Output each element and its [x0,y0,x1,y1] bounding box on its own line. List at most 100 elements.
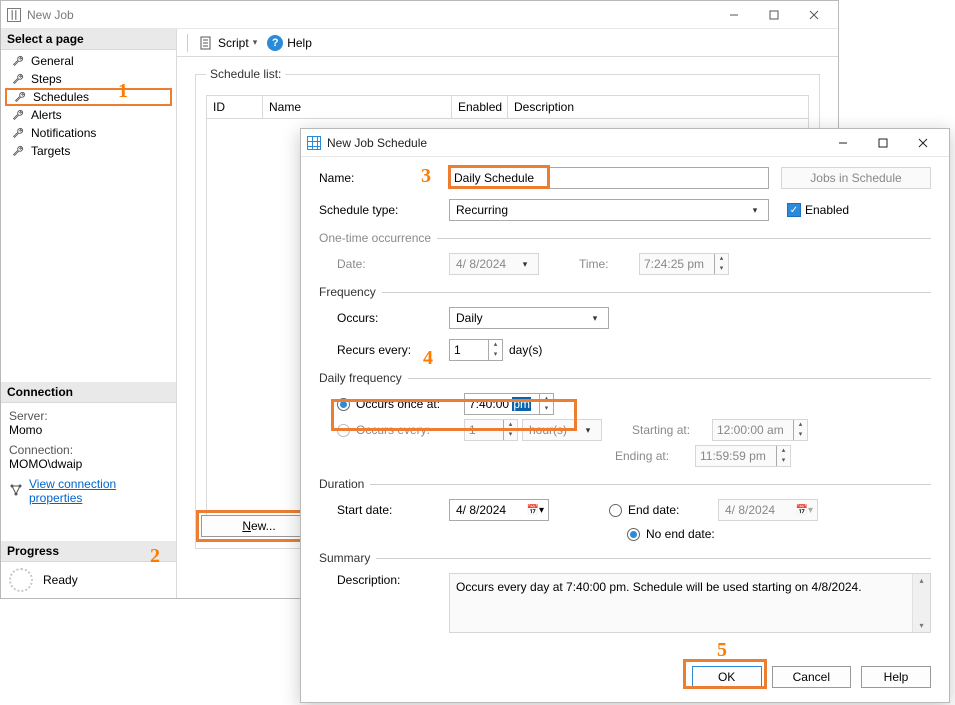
help-icon: ? [267,35,283,51]
onetime-time-value: 7:24:25 pm [640,257,714,271]
help-label: Help [884,670,909,684]
view-connection-link[interactable]: View connection properties [29,477,168,505]
wrench-icon [11,108,25,122]
minimize-button[interactable] [714,4,754,26]
start-date-value: 4/ 8/2024 [456,503,527,517]
end-date-radio[interactable] [609,504,622,517]
script-button[interactable]: Script ▾ [198,35,257,51]
start-at-value: 12:00:00 am [713,423,793,437]
name-input[interactable]: Daily Schedule [449,167,769,189]
ok-button[interactable]: OK [692,666,762,688]
freq-group: Frequency [319,285,382,299]
chevron-down-icon: ▾ [253,37,258,48]
conn-value: MOMO\dwaip [9,457,168,471]
onetime-date: 4/ 8/2024 ▾ [449,253,539,275]
ok-label: OK [718,670,735,684]
script-label: Script [218,36,249,50]
no-end-date-radio[interactable] [627,528,640,541]
sched-maximize-button[interactable] [863,132,903,154]
nav-label: Notifications [31,126,96,140]
help-button[interactable]: Help [861,666,931,688]
scrollbar[interactable]: ▴▾ [912,574,930,632]
name-value: Daily Schedule [454,171,534,185]
end-date-label: End date: [628,503,718,517]
nav-label: Steps [31,72,62,86]
chevron-down-icon: ▾ [516,259,534,270]
wrench-icon [11,54,25,68]
desc-box: Occurs every day at 7:40:00 pm. Schedule… [449,573,931,633]
nav-label: Schedules [33,90,89,104]
every-unit: hour(s) [529,423,579,437]
wrench-icon [11,144,25,158]
jobs-in-schedule-button[interactable]: Jobs in Schedule [781,167,931,189]
occurs-combo[interactable]: Daily ▾ [449,307,609,329]
chevron-down-icon: ▾ [746,205,764,216]
recurs-spinner[interactable]: 1 ▴▾ [449,339,503,361]
cancel-label: Cancel [793,670,830,684]
enabled-checkbox[interactable]: ✓ [787,203,801,217]
recurs-unit: day(s) [509,343,542,357]
occurs-once-radio[interactable] [337,398,350,411]
occurs-value: Daily [456,311,586,325]
connection-header: Connection [1,382,176,403]
cancel-button[interactable]: Cancel [772,666,851,688]
page-nav: General Steps Schedules Alerts Notificat… [1,50,176,162]
start-date-picker[interactable]: 4/ 8/2024 📅▾ [449,499,549,521]
nav-targets[interactable]: Targets [1,142,176,160]
left-pane: Select a page General Steps Schedules Al… [1,29,177,598]
network-icon [9,483,23,500]
occurs-once-label: Occurs once at: [356,397,464,411]
right-toolbar: Script ▾ ? Help [177,29,838,57]
schedule-icon [307,136,321,150]
enabled-label: Enabled [805,203,849,217]
progress-text: Ready [43,573,78,587]
server-value: Momo [9,423,168,437]
duration-group: Duration [319,477,370,491]
chevron-down-icon: ▾ [579,425,597,436]
type-combo[interactable]: Recurring ▾ [449,199,769,221]
occurs-every-label: Occurs every: [356,423,464,437]
nav-alerts[interactable]: Alerts [1,106,176,124]
recurs-value: 1 [450,343,488,357]
occurs-label: Occurs: [337,311,449,325]
col-id: ID [207,96,263,118]
new-job-schedule-window: New Job Schedule Name: Daily Schedule Jo… [300,128,950,703]
end-date-picker: 4/ 8/2024 📅▾ [718,499,818,521]
nav-notifications[interactable]: Notifications [1,124,176,142]
nav-label: Alerts [31,108,62,122]
sched-close-button[interactable] [903,132,943,154]
window-title: New Job [27,8,74,22]
starting-at-value: 12:00:00 am ▴▾ [712,419,808,441]
help-label: Help [287,36,312,50]
summary-group: Summary [319,551,376,565]
time-label: Time: [579,257,639,271]
select-page-header: Select a page [1,29,176,50]
maximize-button[interactable] [754,4,794,26]
app-icon [7,8,21,22]
ending-at-value: 11:59:59 pm ▴▾ [695,445,791,467]
onetime-date-value: 4/ 8/2024 [456,257,516,271]
type-value: Recurring [456,203,746,217]
schedule-window-title: New Job Schedule [327,136,427,150]
script-icon [198,35,214,51]
close-button[interactable] [794,4,834,26]
occurs-once-time[interactable]: 7:40:00 pm ▴▾ [464,393,554,415]
calendar-icon: 📅▾ [527,505,544,516]
onetime-time: 7:24:25 pm ▴▾ [639,253,729,275]
nav-schedules[interactable]: Schedules [5,88,172,106]
occurs-every-value: 1 ▴▾ [464,419,518,441]
nav-general[interactable]: General [1,52,176,70]
nav-label: General [31,54,74,68]
nav-label: Targets [31,144,70,158]
nav-steps[interactable]: Steps [1,70,176,88]
jobs-in-schedule-label: Jobs in Schedule [810,171,901,185]
starting-at-label: Starting at: [632,423,712,437]
recurs-label: Recurs every: [337,343,449,357]
desc-label: Description: [337,573,449,587]
calendar-icon: 📅▾ [796,505,813,516]
sched-minimize-button[interactable] [823,132,863,154]
progress-spinner-icon [9,568,33,592]
occurs-every-radio[interactable] [337,424,350,437]
onetime-group: One-time occurrence [319,231,437,245]
help-button[interactable]: ? Help [267,35,312,51]
